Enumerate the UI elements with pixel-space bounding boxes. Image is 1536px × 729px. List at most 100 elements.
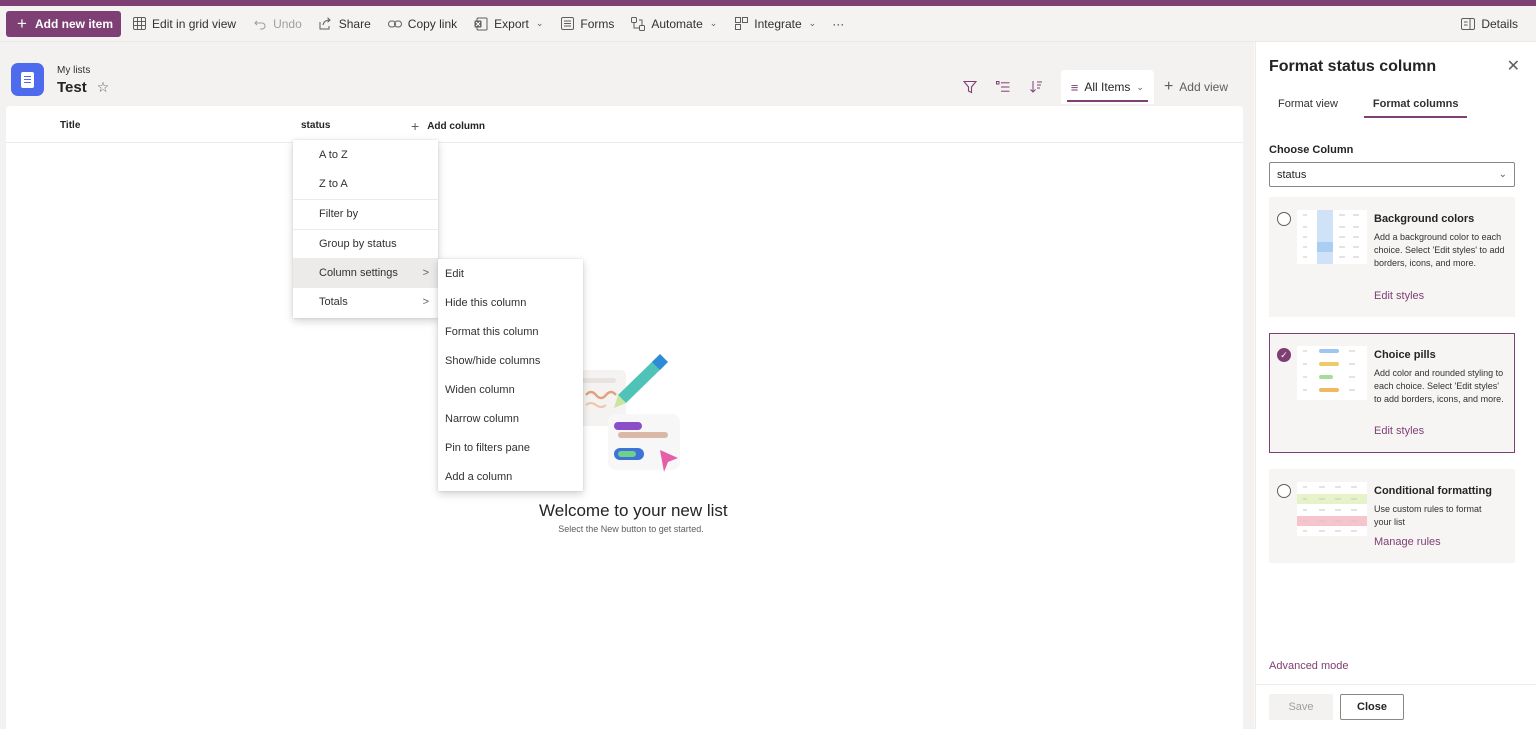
- copy-link-button[interactable]: Copy link: [379, 10, 465, 38]
- option-title: Conditional formatting: [1374, 485, 1492, 497]
- format-column-panel: Format status column ✕ Format view Forma…: [1255, 42, 1536, 729]
- column-header-status[interactable]: status: [301, 120, 330, 131]
- plus-icon: +: [1163, 78, 1174, 95]
- plus-icon: +: [17, 13, 27, 33]
- chevron-down-icon: ⌄: [808, 18, 817, 28]
- page-title: Test ☆: [57, 79, 109, 96]
- option-title: Choice pills: [1374, 349, 1436, 361]
- submenu-item-show-hide-columns[interactable]: Show/hide columns: [438, 346, 583, 375]
- submenu-item-add-column[interactable]: Add a column: [438, 462, 583, 491]
- menu-item-a-to-z[interactable]: A to Z: [293, 140, 438, 170]
- breadcrumb[interactable]: My lists: [57, 65, 90, 76]
- option-description: Use custom rules to format your list: [1374, 504, 1482, 527]
- column-header-row: Title status + Add column: [6, 106, 1243, 143]
- edit-styles-link[interactable]: Edit styles: [1374, 425, 1424, 437]
- edit-styles-link[interactable]: Edit styles: [1374, 290, 1424, 302]
- menu-item-z-to-a[interactable]: Z to A: [293, 170, 438, 200]
- details-label: Details: [1481, 17, 1518, 31]
- menu-item-column-settings[interactable]: Column settings >: [293, 258, 438, 288]
- submenu-item-edit[interactable]: Edit: [438, 259, 583, 288]
- edit-grid-view-button[interactable]: Edit in grid view: [123, 10, 244, 38]
- menu-item-totals[interactable]: Totals >: [293, 288, 438, 318]
- view-selector[interactable]: ≡ All Items ⌄: [1060, 70, 1154, 104]
- star-icon[interactable]: ☆: [97, 79, 110, 96]
- close-button[interactable]: Close: [1340, 694, 1404, 720]
- details-pane-icon: [1460, 16, 1476, 32]
- tab-format-view[interactable]: Format view: [1269, 98, 1347, 118]
- add-new-item-button[interactable]: + Add new item: [6, 10, 122, 37]
- forms-button[interactable]: Forms: [551, 10, 622, 38]
- submenu-item-label: Format this column: [445, 325, 539, 338]
- export-button[interactable]: Export ⌄: [465, 10, 551, 38]
- edit-grid-view-label: Edit in grid view: [152, 16, 237, 31]
- submenu-item-label: Hide this column: [445, 296, 527, 309]
- menu-item-label: Z to A: [319, 178, 348, 191]
- menu-item-label: Group by status: [319, 237, 397, 250]
- undo-icon: [252, 16, 268, 32]
- tab-format-columns[interactable]: Format columns: [1363, 98, 1468, 118]
- submenu-item-label: Add a column: [445, 470, 513, 483]
- chevron-down-icon: ⌄: [1136, 81, 1144, 92]
- manage-rules-link[interactable]: Manage rules: [1374, 536, 1441, 548]
- list-main-area: My lists Test ☆ ≡ All Items ⌄ + Add view: [0, 42, 1254, 729]
- radio-conditional-formatting[interactable]: [1277, 484, 1291, 498]
- more-options-button[interactable]: ···: [824, 10, 852, 38]
- list-card: Title status + Add column Welcome to you…: [6, 106, 1243, 729]
- automate-button[interactable]: Automate ⌄: [622, 10, 725, 38]
- list-header: My lists Test ☆ ≡ All Items ⌄ + Add view: [0, 42, 1254, 106]
- undo-button[interactable]: Undo: [244, 10, 310, 38]
- excel-icon: [473, 16, 489, 32]
- forms-label: Forms: [580, 16, 615, 31]
- add-view-button[interactable]: + Add view: [1154, 78, 1238, 96]
- save-button[interactable]: Save: [1269, 694, 1333, 720]
- submenu-item-widen-column[interactable]: Widen column: [438, 375, 583, 404]
- menu-item-group-by[interactable]: Group by status: [293, 228, 438, 259]
- share-button[interactable]: Share: [310, 10, 379, 38]
- column-header-menu: A to Z Z to A Filter by Group by status …: [293, 140, 438, 318]
- chevron-down-icon: ⌄: [709, 18, 718, 28]
- submenu-item-label: Show/hide columns: [445, 354, 541, 367]
- chevron-right-icon: >: [422, 296, 429, 309]
- link-icon: [387, 16, 403, 32]
- submenu-item-label: Narrow column: [445, 412, 519, 425]
- chevron-down-icon: ⌄: [535, 18, 544, 28]
- share-icon: [318, 16, 334, 32]
- chevron-down-icon: ⌄: [1498, 169, 1507, 180]
- submenu-item-format-column[interactable]: Format this column: [438, 317, 583, 346]
- more-icon: ···: [832, 16, 845, 31]
- add-column-button[interactable]: + Add column: [411, 118, 485, 134]
- submenu-item-pin-to-filters[interactable]: Pin to filters pane: [438, 433, 583, 462]
- group-icon[interactable]: [987, 81, 1020, 93]
- sort-icon[interactable]: [1020, 80, 1053, 94]
- option-choice-pills[interactable]: ✓ Choice pills Add color and rounded sty…: [1269, 333, 1515, 453]
- option-conditional-formatting[interactable]: Conditional formatting Use custom rules …: [1269, 469, 1515, 563]
- radio-choice-pills[interactable]: ✓: [1277, 348, 1291, 362]
- submenu-item-hide-column[interactable]: Hide this column: [438, 288, 583, 317]
- submenu-item-label: Pin to filters pane: [445, 441, 530, 454]
- choose-column-dropdown[interactable]: status ⌄: [1269, 162, 1515, 187]
- submenu-item-narrow-column[interactable]: Narrow column: [438, 404, 583, 433]
- forms-icon: [559, 16, 575, 32]
- option-description: Add a background color to each choice. S…: [1374, 232, 1505, 268]
- integrate-label: Integrate: [754, 16, 802, 31]
- advanced-mode-link[interactable]: Advanced mode: [1269, 660, 1349, 672]
- export-label: Export: [494, 16, 529, 31]
- empty-state: Welcome to your new list Select the New …: [539, 501, 728, 534]
- menu-item-label: Filter by: [319, 208, 359, 221]
- empty-state-title: Welcome to your new list: [539, 501, 728, 520]
- option-background-colors[interactable]: Background colors Add a background color…: [1269, 197, 1515, 317]
- list-title-text[interactable]: Test: [57, 79, 87, 96]
- panel-footer: Save Close: [1256, 684, 1536, 729]
- submenu-item-label: Edit: [445, 267, 464, 280]
- plus-icon: +: [411, 118, 420, 134]
- details-button[interactable]: Details: [1452, 10, 1526, 38]
- filter-icon[interactable]: [954, 80, 987, 94]
- menu-item-label: Totals: [319, 296, 348, 309]
- integrate-button[interactable]: Integrate ⌄: [725, 10, 824, 38]
- selected-column-value: status: [1277, 168, 1307, 181]
- view-name: All Items: [1084, 80, 1131, 94]
- radio-background-colors[interactable]: [1277, 212, 1291, 226]
- column-header-title[interactable]: Title: [60, 120, 80, 131]
- menu-item-filter-by[interactable]: Filter by: [293, 199, 438, 229]
- close-icon[interactable]: ✕: [1507, 56, 1520, 76]
